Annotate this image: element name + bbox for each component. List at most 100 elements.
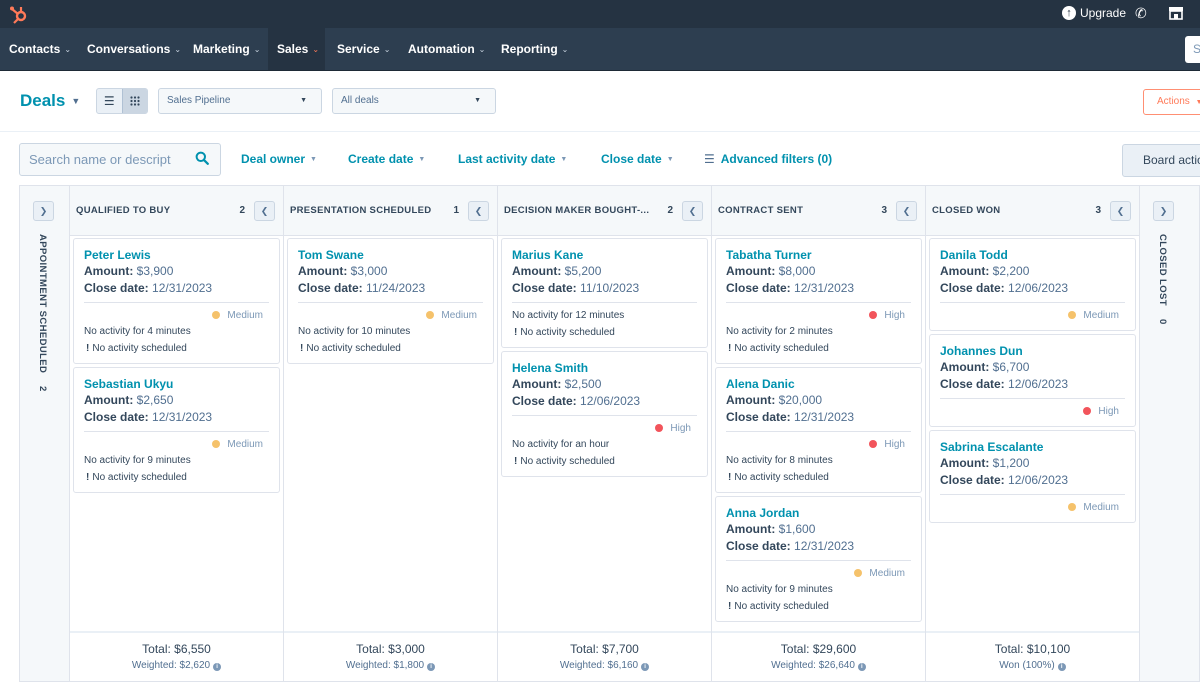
actions-button[interactable]: Actions ▼ [1143, 89, 1200, 115]
list-icon: ☰ [103, 94, 115, 108]
header-divider [0, 131, 1200, 132]
deal-card[interactable]: Helena Smith Amount: $2,500 Close date: 12… [501, 351, 708, 477]
deal-card[interactable]: Tom Swane Amount: $3,000 Close date: 11/24… [287, 238, 494, 364]
deal-name-link[interactable]: Johannes Dun [940, 343, 1125, 359]
nav-service[interactable]: Service ⌄ [328, 28, 399, 70]
deal-name-link[interactable]: Peter Lewis [84, 247, 269, 263]
deal-name-link[interactable]: Danila Todd [940, 247, 1125, 263]
card-divider [84, 431, 269, 432]
nav-conversations[interactable]: Conversations ⌄ [78, 28, 190, 70]
amount-label: Amount: [512, 264, 562, 278]
stage-total: Total: $6,550 [142, 642, 211, 656]
advanced-filters-button[interactable]: ☰ Advanced filters (0) [704, 152, 832, 166]
board-view-button[interactable] [121, 89, 147, 113]
close-date-value: 12/06/2023 [580, 393, 641, 408]
global-search-input[interactable]: S [1185, 36, 1200, 63]
phone-icon[interactable]: ✆ [1135, 5, 1147, 22]
next-activity: ! No activity scheduled [298, 341, 483, 358]
expand-column-button[interactable]: ❯ [33, 201, 54, 221]
page-title[interactable]: Deals ▼ [20, 91, 80, 111]
stage-title: QUALIFIED TO BUY [76, 205, 171, 216]
deal-name-link[interactable]: Alena Danic [726, 376, 911, 392]
priority-badge: Medium [84, 308, 269, 324]
stage-count: 3 [881, 205, 887, 216]
stage-column: PRESENTATION SCHEDULED 1 ❮ Tom Swane Amount:… [283, 186, 497, 681]
collapse-column-button[interactable]: ❮ [254, 201, 275, 221]
last-activity: No activity for 8 minutes [726, 455, 833, 466]
board-actions-button[interactable]: Board actions [1122, 144, 1200, 177]
last-activity-date-filter[interactable]: Last activity date ▼ [458, 152, 567, 166]
deal-card[interactable]: Sebastian Ukyu Amount: $2,650 Close date: … [73, 367, 280, 493]
collapse-column-button[interactable]: ❮ [468, 201, 489, 221]
caret-down-icon: ▼ [560, 155, 568, 163]
deal-name-link[interactable]: Helena Smith [512, 360, 697, 376]
deal-name-link[interactable]: Marius Kane [512, 247, 697, 263]
deal-card[interactable]: Johannes Dun Amount: $6,700 Close date: 12… [929, 334, 1136, 427]
next-activity: ! No activity scheduled [512, 325, 697, 342]
deal-name-link[interactable]: Tom Swane [298, 247, 483, 263]
close-date-filter[interactable]: Close date ▼ [601, 152, 674, 166]
nav-automation[interactable]: Automation ⌄ [399, 28, 494, 70]
view-select[interactable]: All deals ▼ [332, 88, 496, 114]
info-icon[interactable]: i [427, 663, 436, 671]
nav-marketing[interactable]: Marketing ⌄ [184, 28, 269, 70]
next-activity-text: No activity scheduled [92, 342, 187, 354]
info-icon[interactable]: i [857, 663, 866, 671]
deal-search-input[interactable]: Search name or descript [19, 143, 221, 176]
deal-close-date: Close date: 11/10/2023 [512, 280, 697, 297]
filter-label: Create date [348, 152, 414, 166]
search-icon[interactable] [195, 151, 209, 165]
deal-name-link[interactable]: Tabatha Turner [726, 247, 911, 263]
nav-sales[interactable]: Sales ⌄ [268, 28, 325, 70]
amount-label: Amount: [84, 264, 134, 278]
nav-reporting[interactable]: Reporting ⌄ [492, 28, 577, 70]
stage-total: Total: $3,000 [356, 642, 425, 656]
last-activity: No activity for 10 minutes [298, 326, 411, 337]
view-select-value: All deals [341, 95, 379, 106]
chevron-right-icon: ❯ [39, 205, 48, 216]
list-view-button[interactable]: ☰ [97, 89, 122, 113]
pipeline-select[interactable]: Sales Pipeline ▼ [158, 88, 322, 114]
weighted-value: Weighted: $26,640 [771, 660, 855, 671]
deal-card[interactable]: Alena Danic Amount: $20,000 Close date: 12… [715, 367, 922, 493]
deal-card[interactable]: Peter Lewis Amount: $3,900 Close date: 12/… [73, 238, 280, 364]
create-date-filter[interactable]: Create date ▼ [348, 152, 425, 166]
info-icon[interactable]: i [1057, 663, 1066, 671]
deal-card[interactable]: Danila Todd Amount: $2,200 Close date: 12/… [929, 238, 1136, 331]
collapse-column-button[interactable]: ❮ [896, 201, 917, 221]
upgrade-button[interactable]: ↑ Upgrade [1062, 6, 1126, 20]
warning-icon: ! [514, 326, 518, 338]
deal-card[interactable]: Tabatha Turner Amount: $8,000 Close date: … [715, 238, 922, 364]
card-divider [940, 494, 1125, 495]
priority-dot-icon [869, 440, 878, 448]
last-activity: No activity for 12 minutes [512, 310, 625, 321]
caret-down-icon: ▼ [1195, 99, 1200, 106]
collapse-column-button[interactable]: ❮ [1110, 201, 1131, 221]
collapsed-stage-label[interactable]: APPOINTMENT SCHEDULED 2 [37, 234, 48, 392]
weighted-value: Weighted: $6,160 [559, 660, 639, 671]
stage-footer: Total: $29,600 Weighted: $26,640 i [712, 631, 925, 681]
info-icon[interactable]: i [213, 663, 222, 671]
stage-header: PRESENTATION SCHEDULED 1 ❮ [284, 186, 497, 236]
info-icon[interactable]: i [641, 663, 650, 671]
close-date-value: 12/31/2023 [152, 280, 213, 295]
collapse-column-button[interactable]: ❮ [682, 201, 703, 221]
deal-card[interactable]: Anna Jordan Amount: $1,600 Close date: 12/… [715, 496, 922, 622]
deal-owner-filter[interactable]: Deal owner ▼ [241, 152, 317, 166]
collapsed-stage-label[interactable]: CLOSED LOST 0 [1157, 234, 1168, 325]
chevron-left-icon: ❮ [688, 205, 697, 216]
deal-name-link[interactable]: Sabrina Escalante [940, 439, 1125, 455]
nav-contacts[interactable]: Contacts ⌄ [0, 28, 80, 70]
deal-name-link[interactable]: Sebastian Ukyu [84, 376, 269, 392]
chevron-down-icon: ⌄ [174, 44, 182, 54]
deal-name-link[interactable]: Anna Jordan [726, 505, 911, 521]
marketplace-icon[interactable] [1168, 6, 1184, 20]
deal-card[interactable]: Sabrina Escalante Amount: $1,200 Close dat… [929, 430, 1136, 523]
expand-column-button[interactable]: ❯ [1153, 201, 1174, 221]
card-list: Marius Kane Amount: $5,200 Close date: 11/… [498, 236, 711, 477]
hubspot-logo-icon[interactable] [9, 4, 29, 24]
stage-weighted: Weighted: $2,620 i [70, 660, 283, 671]
nav-label: Contacts [9, 42, 61, 56]
nav-label: Automation [408, 42, 475, 56]
deal-card[interactable]: Marius Kane Amount: $5,200 Close date: 11/… [501, 238, 708, 348]
